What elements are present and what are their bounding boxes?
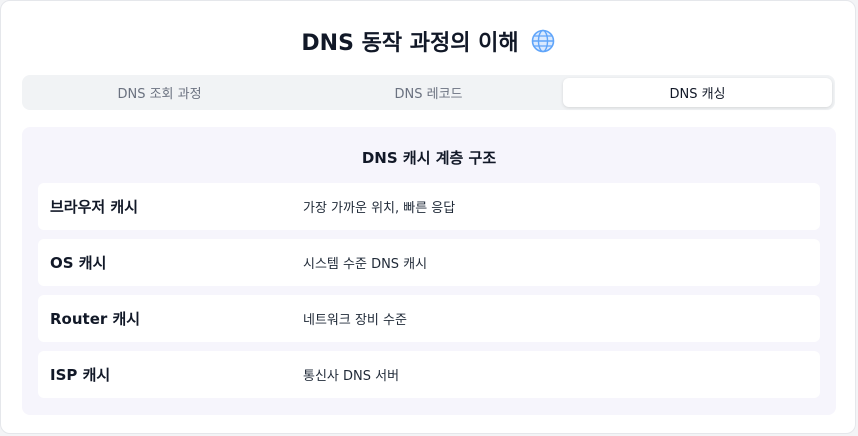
list-item: Router 캐시 네트워크 장비 수준 — [38, 295, 820, 342]
tab-bar: DNS 조회 과정 DNS 레코드 DNS 캐싱 — [22, 75, 835, 110]
page-title: DNS 동작 과정의 이해 — [301, 31, 519, 56]
cache-name: ISP 캐시 — [50, 366, 111, 384]
cache-name: 브라우저 캐시 — [50, 198, 139, 216]
cache-description: 시스템 수준 DNS 캐시 — [303, 257, 428, 272]
tab-dns-records[interactable]: DNS 레코드 — [294, 78, 563, 107]
list-item: 브라우저 캐시 가장 가까운 위치, 빠른 응답 — [38, 183, 820, 230]
cache-name: Router 캐시 — [50, 310, 141, 328]
main-card: DNS 동작 과정의 이해 DNS 조회 과정 DNS 레코드 DNS 캐싱 D… — [0, 0, 856, 434]
cache-description: 통신사 DNS 서버 — [303, 369, 400, 384]
list-item: OS 캐시 시스템 수준 DNS 캐시 — [38, 239, 820, 286]
cache-name: OS 캐시 — [50, 254, 107, 272]
tab-dns-caching[interactable]: DNS 캐싱 — [563, 78, 832, 107]
list-item: ISP 캐시 통신사 DNS 서버 — [38, 351, 820, 398]
cache-description: 네트워크 장비 수준 — [303, 313, 407, 328]
cache-description: 가장 가까운 위치, 빠른 응답 — [303, 201, 456, 216]
globe-icon — [531, 29, 555, 53]
cache-hierarchy-panel: DNS 캐시 계층 구조 브라우저 캐시 가장 가까운 위치, 빠른 응답 OS… — [22, 127, 836, 415]
header: DNS 동작 과정의 이해 — [1, 23, 855, 59]
tab-dns-lookup[interactable]: DNS 조회 과정 — [25, 78, 294, 107]
panel-title: DNS 캐시 계층 구조 — [361, 149, 497, 167]
